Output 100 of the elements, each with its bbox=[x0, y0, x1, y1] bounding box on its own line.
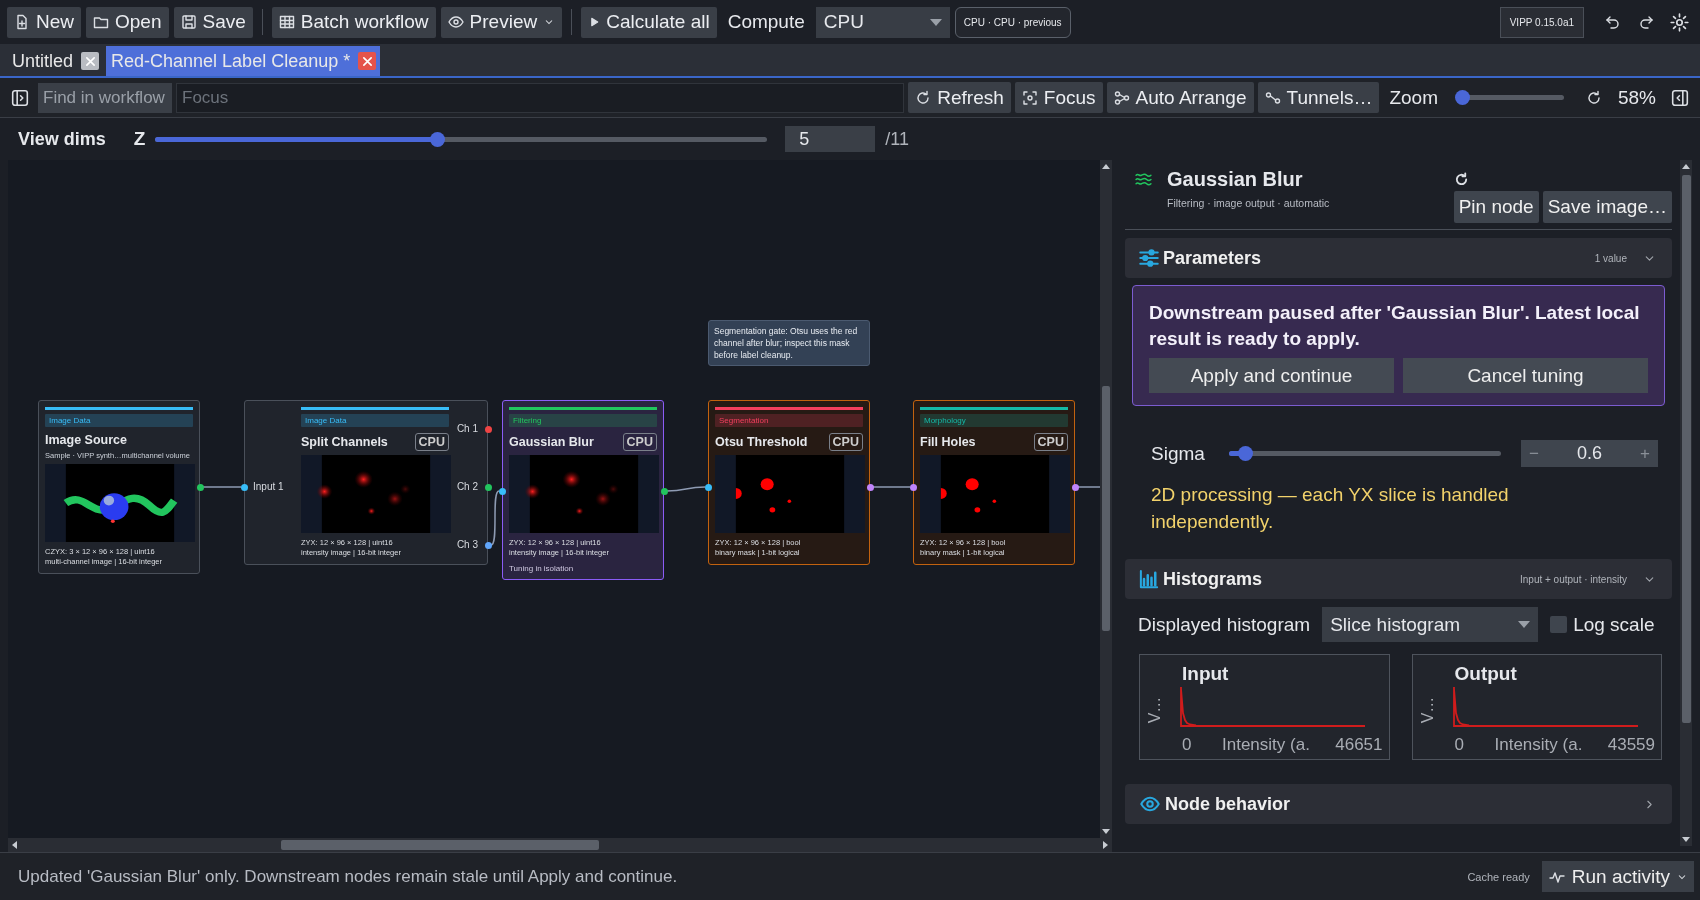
section-header[interactable]: Node behavior bbox=[1125, 784, 1672, 824]
port-dot[interactable] bbox=[498, 488, 506, 495]
action-button[interactable]: Cancel tuning bbox=[1403, 358, 1648, 393]
tooltip: Segmentation gate: Otsu uses the red channel after blur; inspect this mask before label cleanup. bbox=[708, 320, 870, 366]
port-label: Input 1 bbox=[253, 481, 284, 492]
axis-tick: 0 bbox=[1454, 735, 1464, 755]
scrollbar-thumb[interactable] bbox=[1102, 386, 1110, 631]
category-tag: Filtering bbox=[509, 414, 657, 427]
axis-label: Z bbox=[133, 128, 146, 150]
category-tag: Image Data bbox=[301, 414, 449, 427]
port-dot[interactable] bbox=[660, 488, 668, 495]
histogram-dropdown[interactable]: Slice histogram bbox=[1322, 607, 1539, 642]
version-label: VIPP 0.15.0a1 bbox=[1499, 6, 1584, 38]
waves-icon bbox=[1135, 171, 1152, 188]
run-activity-button[interactable]: Run activity bbox=[1541, 861, 1694, 892]
number-field[interactable]: − 0.6 + bbox=[1521, 440, 1658, 467]
port-label: Ch 2 bbox=[456, 481, 478, 492]
scrollbar-thumb[interactable] bbox=[1681, 175, 1691, 723]
slice-field[interactable]: 5 bbox=[785, 126, 876, 152]
toolbar-button[interactable]: Batch workflow bbox=[271, 6, 436, 38]
node-title: Image Source bbox=[45, 433, 127, 447]
vertical-scrollbar[interactable] bbox=[1100, 160, 1112, 838]
node-title: Otsu Threshold bbox=[715, 435, 808, 449]
view-dims-label: View dims bbox=[18, 128, 106, 150]
node-canvas[interactable] bbox=[8, 160, 1100, 838]
play-icon bbox=[588, 16, 601, 28]
document-icon bbox=[14, 14, 30, 30]
slider-thumb[interactable] bbox=[1238, 446, 1254, 461]
slice-total: /11 bbox=[885, 128, 909, 150]
cache-status: Cache ready bbox=[1467, 870, 1530, 883]
category-tag: Morphology bbox=[920, 414, 1068, 427]
focus-field[interactable]: Focus bbox=[176, 82, 905, 113]
toolbar-button[interactable]: Tunnels… bbox=[1257, 82, 1380, 113]
scroll-down-icon[interactable] bbox=[1102, 827, 1110, 835]
toolbar-button[interactable]: Refresh bbox=[908, 82, 1011, 113]
action-button[interactable]: Apply and continue bbox=[1149, 358, 1394, 393]
processing-note: 2D processing — each YX slice is handled independently. bbox=[1150, 483, 1510, 534]
compute-label: Compute bbox=[727, 11, 805, 33]
action-button[interactable]: Save image… bbox=[1542, 191, 1672, 223]
category-tag: Image Data bbox=[45, 414, 193, 427]
cpu-badge: CPU bbox=[1033, 433, 1068, 451]
checkbox[interactable] bbox=[1550, 616, 1568, 633]
status-message: Updated 'Gaussian Blur' only. Downstream nodes remain stale until Apply and continue. bbox=[18, 866, 679, 887]
port-dot[interactable] bbox=[484, 484, 492, 491]
port-dot[interactable] bbox=[240, 484, 248, 491]
refresh-icon bbox=[1453, 172, 1469, 187]
vertical-scrollbar[interactable] bbox=[1680, 160, 1692, 846]
toolbar-button[interactable]: Preview bbox=[440, 6, 563, 38]
port-dot[interactable] bbox=[1071, 484, 1079, 491]
compute-dropdown[interactable]: CPU bbox=[815, 6, 950, 38]
scroll-right-icon[interactable] bbox=[1101, 841, 1109, 849]
port-dot[interactable] bbox=[196, 484, 204, 491]
sidebar-icon bbox=[11, 88, 29, 107]
axis-tick: 46651 bbox=[1335, 735, 1383, 755]
checkbox-label: Log scale bbox=[1573, 613, 1655, 636]
category-tag: Segmentation bbox=[715, 414, 863, 427]
search-field[interactable]: Find in workflow bbox=[38, 82, 172, 113]
wire bbox=[1077, 486, 1100, 488]
toolbar-button[interactable]: New bbox=[7, 6, 81, 38]
node-title: Split Channels bbox=[301, 435, 388, 449]
plot-title: Output bbox=[1454, 663, 1517, 685]
section-header[interactable]: Histograms Input + output · intensity bbox=[1125, 559, 1672, 599]
slider-thumb[interactable] bbox=[429, 131, 445, 147]
port-dot[interactable] bbox=[866, 484, 874, 491]
node-title: Fill Holes bbox=[920, 435, 976, 449]
toolbar-button[interactable]: Auto Arrange bbox=[1106, 82, 1254, 113]
toolbar-button[interactable]: Open bbox=[86, 6, 169, 38]
scroll-up-icon[interactable] bbox=[1682, 163, 1690, 171]
horizontal-scrollbar[interactable] bbox=[8, 838, 1112, 852]
sidebar-icon bbox=[1671, 88, 1689, 107]
wire bbox=[666, 486, 706, 492]
floppy-icon bbox=[180, 14, 197, 30]
toolbar-button[interactable]: Focus bbox=[1014, 82, 1103, 113]
wire bbox=[490, 490, 500, 546]
scroll-down-icon[interactable] bbox=[1682, 835, 1690, 843]
port-dot[interactable] bbox=[484, 426, 492, 433]
toolbar-button[interactable]: Calculate all bbox=[581, 6, 717, 38]
tab[interactable]: Red-Channel Label Cleanup * bbox=[106, 46, 381, 76]
scroll-left-icon[interactable] bbox=[11, 841, 19, 849]
port-dot[interactable] bbox=[909, 484, 917, 491]
toolbar-button[interactable]: Save bbox=[173, 6, 253, 38]
eye-icon bbox=[447, 14, 464, 30]
port-label: Ch 3 bbox=[456, 539, 478, 550]
axis-label: Intensity (a. bbox=[1494, 735, 1583, 755]
axis-tick: 43559 bbox=[1607, 735, 1655, 755]
cpu-badge: CPU bbox=[622, 433, 657, 451]
section-header[interactable]: Parameters 1 value bbox=[1125, 238, 1672, 278]
redo-icon bbox=[1638, 14, 1654, 30]
slider-thumb[interactable] bbox=[1455, 90, 1471, 105]
inspector-title: Gaussian Blur bbox=[1167, 168, 1304, 191]
notice-text: Downstream paused after 'Gaussian Blur'. Latest local result is ready to apply. bbox=[1149, 301, 1641, 351]
refresh-icon bbox=[915, 89, 932, 106]
port-dot[interactable] bbox=[484, 542, 492, 549]
scroll-up-icon[interactable] bbox=[1102, 163, 1110, 171]
grid-icon bbox=[278, 14, 295, 30]
scrollbar-thumb[interactable] bbox=[281, 840, 599, 850]
action-button[interactable]: Pin node bbox=[1453, 191, 1539, 223]
wire bbox=[202, 486, 242, 488]
port-dot[interactable] bbox=[704, 484, 712, 491]
device-status: CPU · CPU · previous bbox=[954, 6, 1071, 38]
